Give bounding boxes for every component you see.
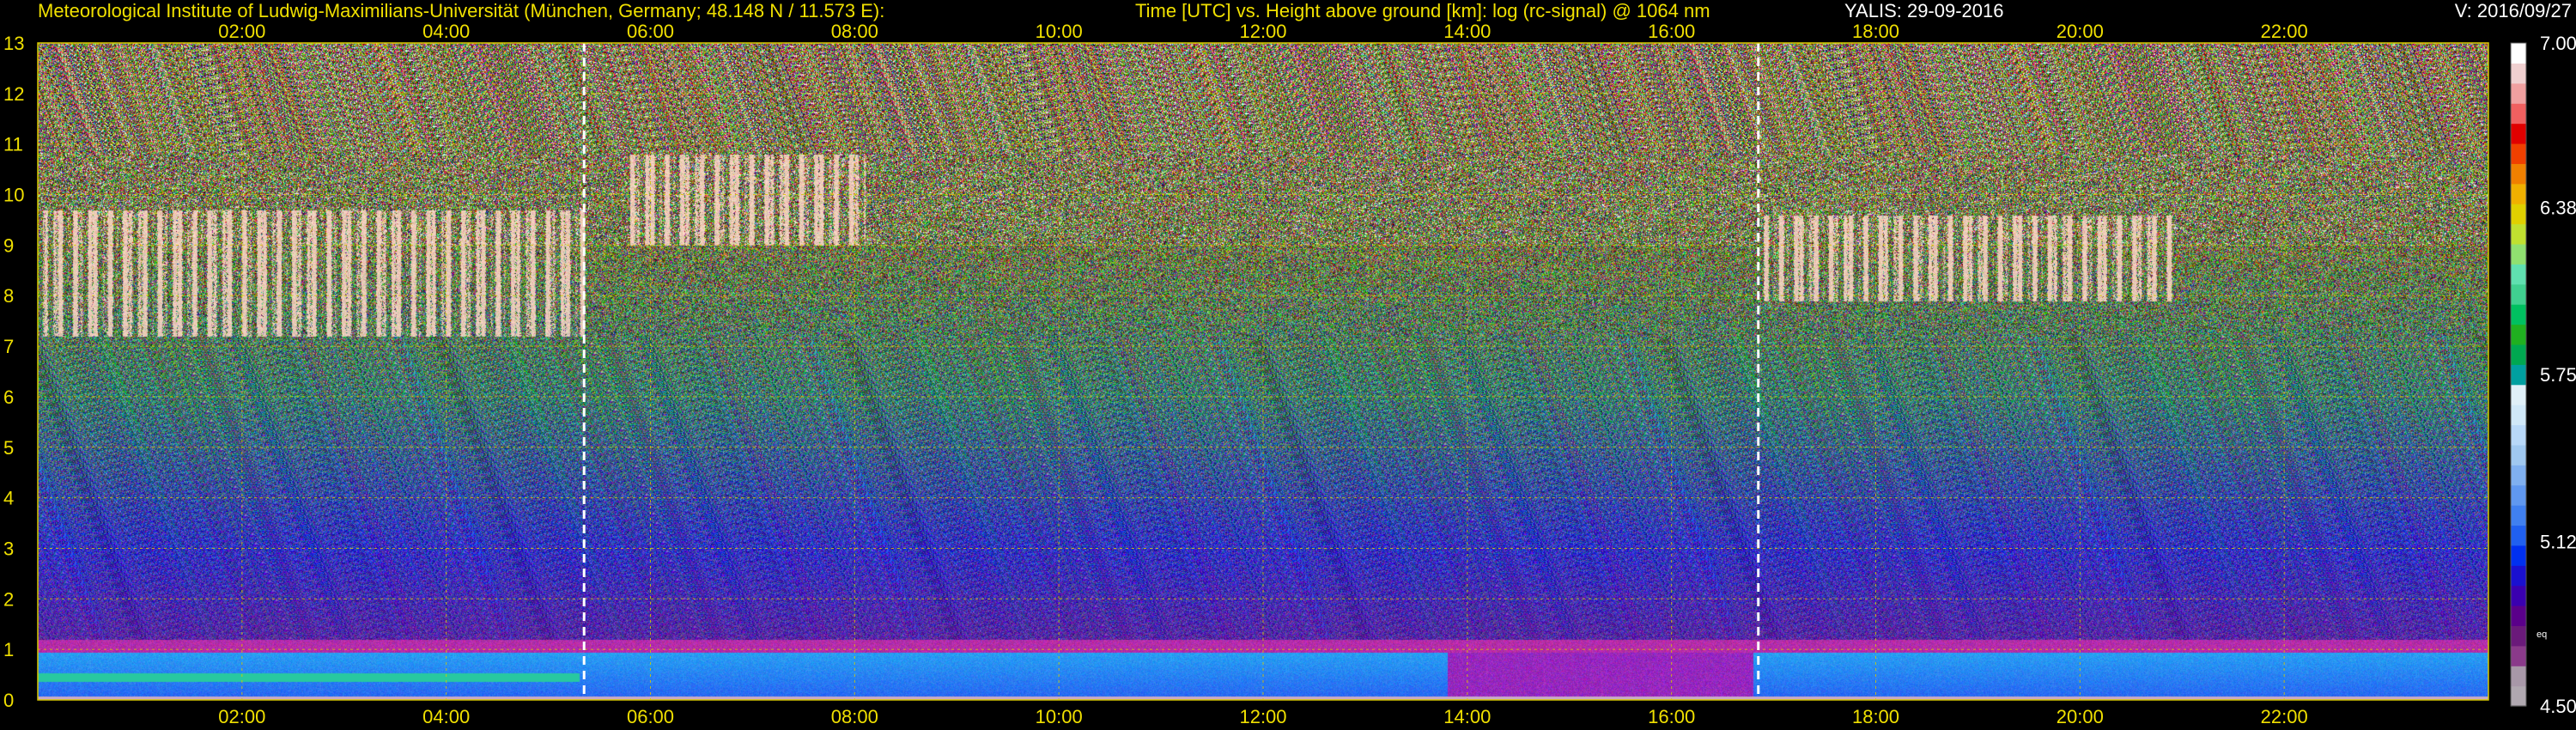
x-tick-label-top: 14:00 <box>1443 21 1491 42</box>
x-tick-label-bottom: 04:00 <box>422 706 470 727</box>
y-tick-label: 10 <box>3 185 24 206</box>
y-tick-label: 12 <box>3 83 24 105</box>
colorbar-segment <box>2511 544 2526 566</box>
colorbar-tick-label: 4.50 <box>2540 696 2576 717</box>
colorbar-segment <box>2511 82 2526 104</box>
institute-title: Meteorological Institute of Ludwig-Maxim… <box>38 0 884 21</box>
colorbar-segment <box>2511 264 2526 285</box>
station-date: YALIS: 29-09-2016 <box>1844 0 2004 21</box>
y-tick-label: 9 <box>3 234 14 256</box>
x-tick-label-bottom: 06:00 <box>627 706 674 727</box>
colorbar-segment <box>2511 283 2526 305</box>
y-tick-label: 11 <box>3 134 23 155</box>
colorbar-segment <box>2511 685 2526 707</box>
version-label: V: 2016/09/27 <box>2455 0 2572 21</box>
x-tick-label-top: 10:00 <box>1036 21 1083 42</box>
colorbar-segment <box>2511 143 2526 164</box>
colorbar-segment <box>2511 103 2526 125</box>
y-tick-label: 6 <box>3 386 14 408</box>
colorbar-tick-label: 6.38 <box>2540 197 2576 218</box>
colorbar: 7.00 6.38 5.75 5.12 4.50 eq <box>2510 33 2576 717</box>
colorbar-extra-label: eq <box>2537 630 2547 640</box>
x-tick-label-top: 02:00 <box>218 21 265 42</box>
colorbar-tick-label: 5.75 <box>2540 364 2576 386</box>
x-tick-label-bottom: 16:00 <box>1648 706 1695 727</box>
y-tick-label: 1 <box>3 639 14 660</box>
colorbar-segment <box>2511 123 2526 144</box>
y-tick-labels: 012345678910111213 <box>3 33 24 711</box>
colorbar-segment <box>2511 304 2526 325</box>
colorbar-segment <box>2511 364 2526 386</box>
colorbar-segment <box>2511 43 2526 64</box>
colorbar-segment <box>2511 666 2526 687</box>
colorbar-segment <box>2511 183 2526 204</box>
colorbar-segment <box>2511 525 2526 546</box>
y-tick-label: 7 <box>3 336 14 357</box>
y-tick-label: 4 <box>3 488 14 509</box>
x-tick-label-bottom: 10:00 <box>1036 706 1083 727</box>
lidar-backscatter-chart: 012345678910111213 02:0002:0004:0004:000… <box>3 0 2576 727</box>
axes-description: Time [UTC] vs. Height above ground [km]:… <box>1135 0 1710 21</box>
x-tick-label-bottom: 08:00 <box>831 706 878 727</box>
colorbar-tick-label: 7.00 <box>2540 33 2576 54</box>
x-tick-label-bottom: 14:00 <box>1443 706 1491 727</box>
colorbar-segment <box>2511 243 2526 265</box>
y-tick-label: 5 <box>3 437 14 459</box>
x-tick-label-bottom: 20:00 <box>2057 706 2104 727</box>
colorbar-segment <box>2511 444 2526 465</box>
x-tick-label-bottom: 02:00 <box>218 706 265 727</box>
x-tick-label-bottom: 22:00 <box>2261 706 2308 727</box>
colorbar-segment <box>2511 405 2526 426</box>
colorbar-segment <box>2511 204 2526 225</box>
colorbar-segment <box>2511 465 2526 486</box>
colorbar-segment <box>2511 565 2526 587</box>
colorbar-segment <box>2511 63 2526 84</box>
colorbar-segment <box>2511 585 2526 606</box>
x-tick-label-top: 06:00 <box>627 21 674 42</box>
y-tick-label: 0 <box>3 690 14 711</box>
colorbar-tick-label: 5.12 <box>2540 532 2576 553</box>
colorbar-segment <box>2511 505 2526 526</box>
colorbar-segment <box>2511 384 2526 405</box>
colorbar-segment <box>2511 344 2526 365</box>
x-tick-label-top: 08:00 <box>831 21 878 42</box>
x-tick-label-bottom: 12:00 <box>1239 706 1286 727</box>
y-tick-label: 13 <box>3 33 24 54</box>
y-tick-label: 2 <box>3 588 14 610</box>
x-tick-label-bottom: 18:00 <box>1852 706 1899 727</box>
colorbar-segment <box>2511 324 2526 345</box>
colorbar-segment <box>2511 625 2526 647</box>
colorbar-segment <box>2511 223 2526 245</box>
colorbar-segment <box>2511 424 2526 446</box>
x-tick-label-top: 04:00 <box>422 21 470 42</box>
x-tick-label-top: 16:00 <box>1648 21 1695 42</box>
x-tick-label-top: 22:00 <box>2261 21 2308 42</box>
x-tick-label-top: 12:00 <box>1239 21 1286 42</box>
x-tick-label-top: 20:00 <box>2057 21 2104 42</box>
colorbar-segment <box>2511 605 2526 627</box>
y-tick-label: 3 <box>3 538 14 559</box>
colorbar-segment <box>2511 484 2526 506</box>
colorbar-segment <box>2511 163 2526 185</box>
y-tick-label: 8 <box>3 285 14 307</box>
x-tick-label-top: 18:00 <box>1852 21 1899 42</box>
colorbar-segment <box>2511 645 2526 666</box>
